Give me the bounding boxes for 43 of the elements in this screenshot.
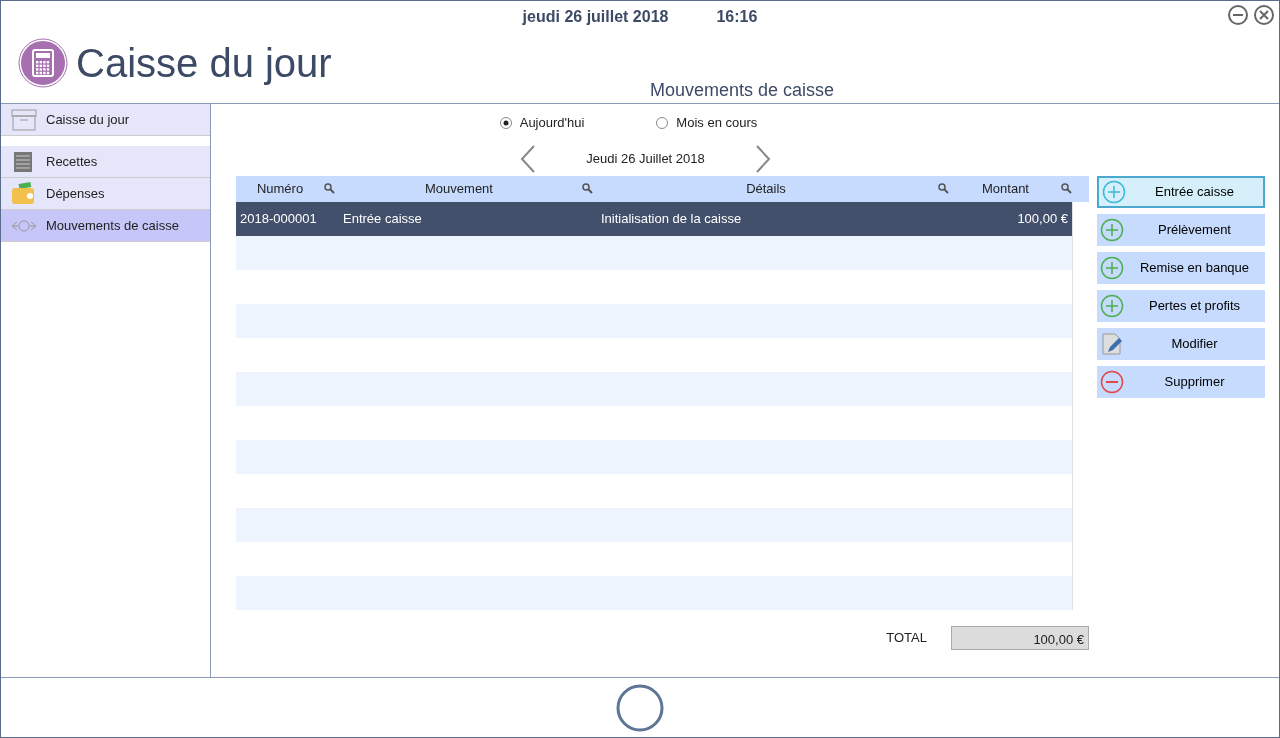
sidebar-item[interactable]: Recettes [1, 146, 210, 178]
table-cell: 100,00 € [1017, 211, 1068, 227]
header-date: jeudi 26 juillet 2018 [522, 7, 669, 27]
table-row[interactable]: 2018-000001 Entrée caisse Initialisation de la caisse 100,00 € [236, 202, 1072, 236]
plus-circle-icon [1100, 294, 1124, 318]
action-button[interactable]: Prélèvement [1097, 214, 1265, 246]
column-header[interactable]: Numéro [236, 179, 324, 199]
action-button[interactable]: Remise en banque [1097, 252, 1265, 284]
box-icon [8, 107, 39, 132]
search-icon [938, 183, 950, 195]
sidebar-item[interactable]: Dépenses [1, 178, 210, 210]
period-date: Jeudi 26 Juillet 2018 [586, 150, 705, 169]
column-header[interactable]: Détails [594, 179, 938, 199]
plus-circle-icon [1100, 218, 1124, 242]
search-icon [1061, 183, 1073, 195]
pencil-document-icon [1100, 332, 1124, 356]
plus-circle-icon [1102, 180, 1126, 204]
radio-option[interactable]: Mois en cours [656, 113, 758, 133]
loading-circle-icon [615, 682, 665, 733]
table-cell: Initialisation de la caisse [601, 211, 742, 227]
header-time: 16:16 [716, 7, 758, 27]
table-cell: Entrée caisse [343, 211, 422, 227]
calculator-logo-icon [18, 38, 68, 88]
action-button[interactable]: Entrée caisse [1097, 176, 1265, 208]
column-header[interactable]: Mouvement [336, 179, 582, 199]
sidebar-item[interactable]: Caisse du jour [1, 104, 210, 136]
action-button[interactable]: Supprimer [1097, 366, 1265, 398]
page-title: Caisse du jour [76, 40, 332, 87]
table-cell: 2018-000001 [240, 211, 317, 227]
radio-option[interactable]: Aujourd'hui [499, 113, 585, 133]
action-button[interactable]: Modifier [1097, 328, 1265, 360]
sidebar-item[interactable]: Mouvements de caisse [1, 210, 210, 242]
column-header[interactable]: Montant [950, 179, 1061, 199]
section-title: Mouvements de caisse [650, 79, 835, 102]
total-value: 100,00 € [951, 626, 1089, 650]
close-icon [1253, 4, 1275, 26]
search-icon [324, 183, 336, 195]
minus-circle-icon [1100, 370, 1124, 394]
action-button[interactable]: Pertes et profits [1097, 290, 1265, 322]
search-icon [582, 183, 594, 195]
total-label: TOTAL [886, 629, 927, 648]
plus-circle-icon [1100, 256, 1124, 280]
minimize-icon [1227, 4, 1249, 26]
